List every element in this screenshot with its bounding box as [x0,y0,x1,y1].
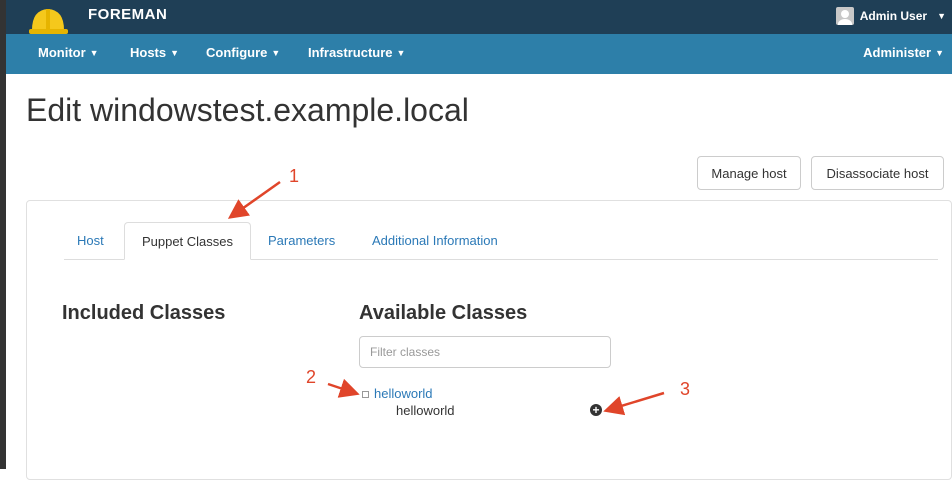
tab-additional-information[interactable]: Additional Information [372,233,498,248]
page-title: Edit windowstest.example.local [26,92,469,128]
chevron-down-icon: ▼ [170,48,180,58]
class-item-helloworld: helloworld [396,403,455,418]
app-brand[interactable]: FOREMAN [88,6,167,23]
user-name: Admin User [859,9,928,23]
main-navigation: Monitor ▼ Hosts ▼ Configure ▼ Infrastructur… [6,34,952,74]
nav-infrastructure[interactable]: Infrastructure ▼ [308,45,405,60]
foreman-helmet-logo-icon [29,9,68,34]
manage-host-button[interactable]: Manage host [697,156,801,190]
tab-parameters[interactable]: Parameters [268,233,335,248]
nav-hosts[interactable]: Hosts ▼ [130,45,179,60]
available-classes-heading: Available Classes [359,302,528,324]
tab-host[interactable]: Host [77,233,104,248]
nav-configure[interactable]: Configure ▼ [206,45,280,60]
annotation-1: 1 [289,166,300,186]
chevron-down-icon: ▼ [937,11,946,21]
add-class-icon[interactable]: + [590,404,602,416]
nav-administer[interactable]: Administer ▼ [863,45,944,60]
disassociate-host-button[interactable]: Disassociate host [811,156,944,190]
annotation-2: 2 [306,367,317,387]
class-group-helloworld[interactable]: helloworld [374,386,433,401]
chevron-down-icon: ▼ [935,48,944,58]
tab-puppet-classes[interactable]: Puppet Classes [124,222,251,260]
nav-monitor[interactable]: Monitor ▼ [38,45,99,60]
annotation-3: 3 [680,379,691,399]
user-menu[interactable]: Admin User ▼ [835,5,946,27]
chevron-down-icon: ▼ [271,48,281,58]
top-bar: FOREMAN Admin User ▼ [6,0,952,34]
included-classes-heading: Included Classes [62,302,226,324]
chevron-down-icon: ▼ [396,48,406,58]
filter-classes-input[interactable] [359,336,611,368]
expand-collapse-icon[interactable] [362,391,369,398]
user-avatar-icon [835,7,854,25]
chevron-down-icon: ▼ [89,48,99,58]
